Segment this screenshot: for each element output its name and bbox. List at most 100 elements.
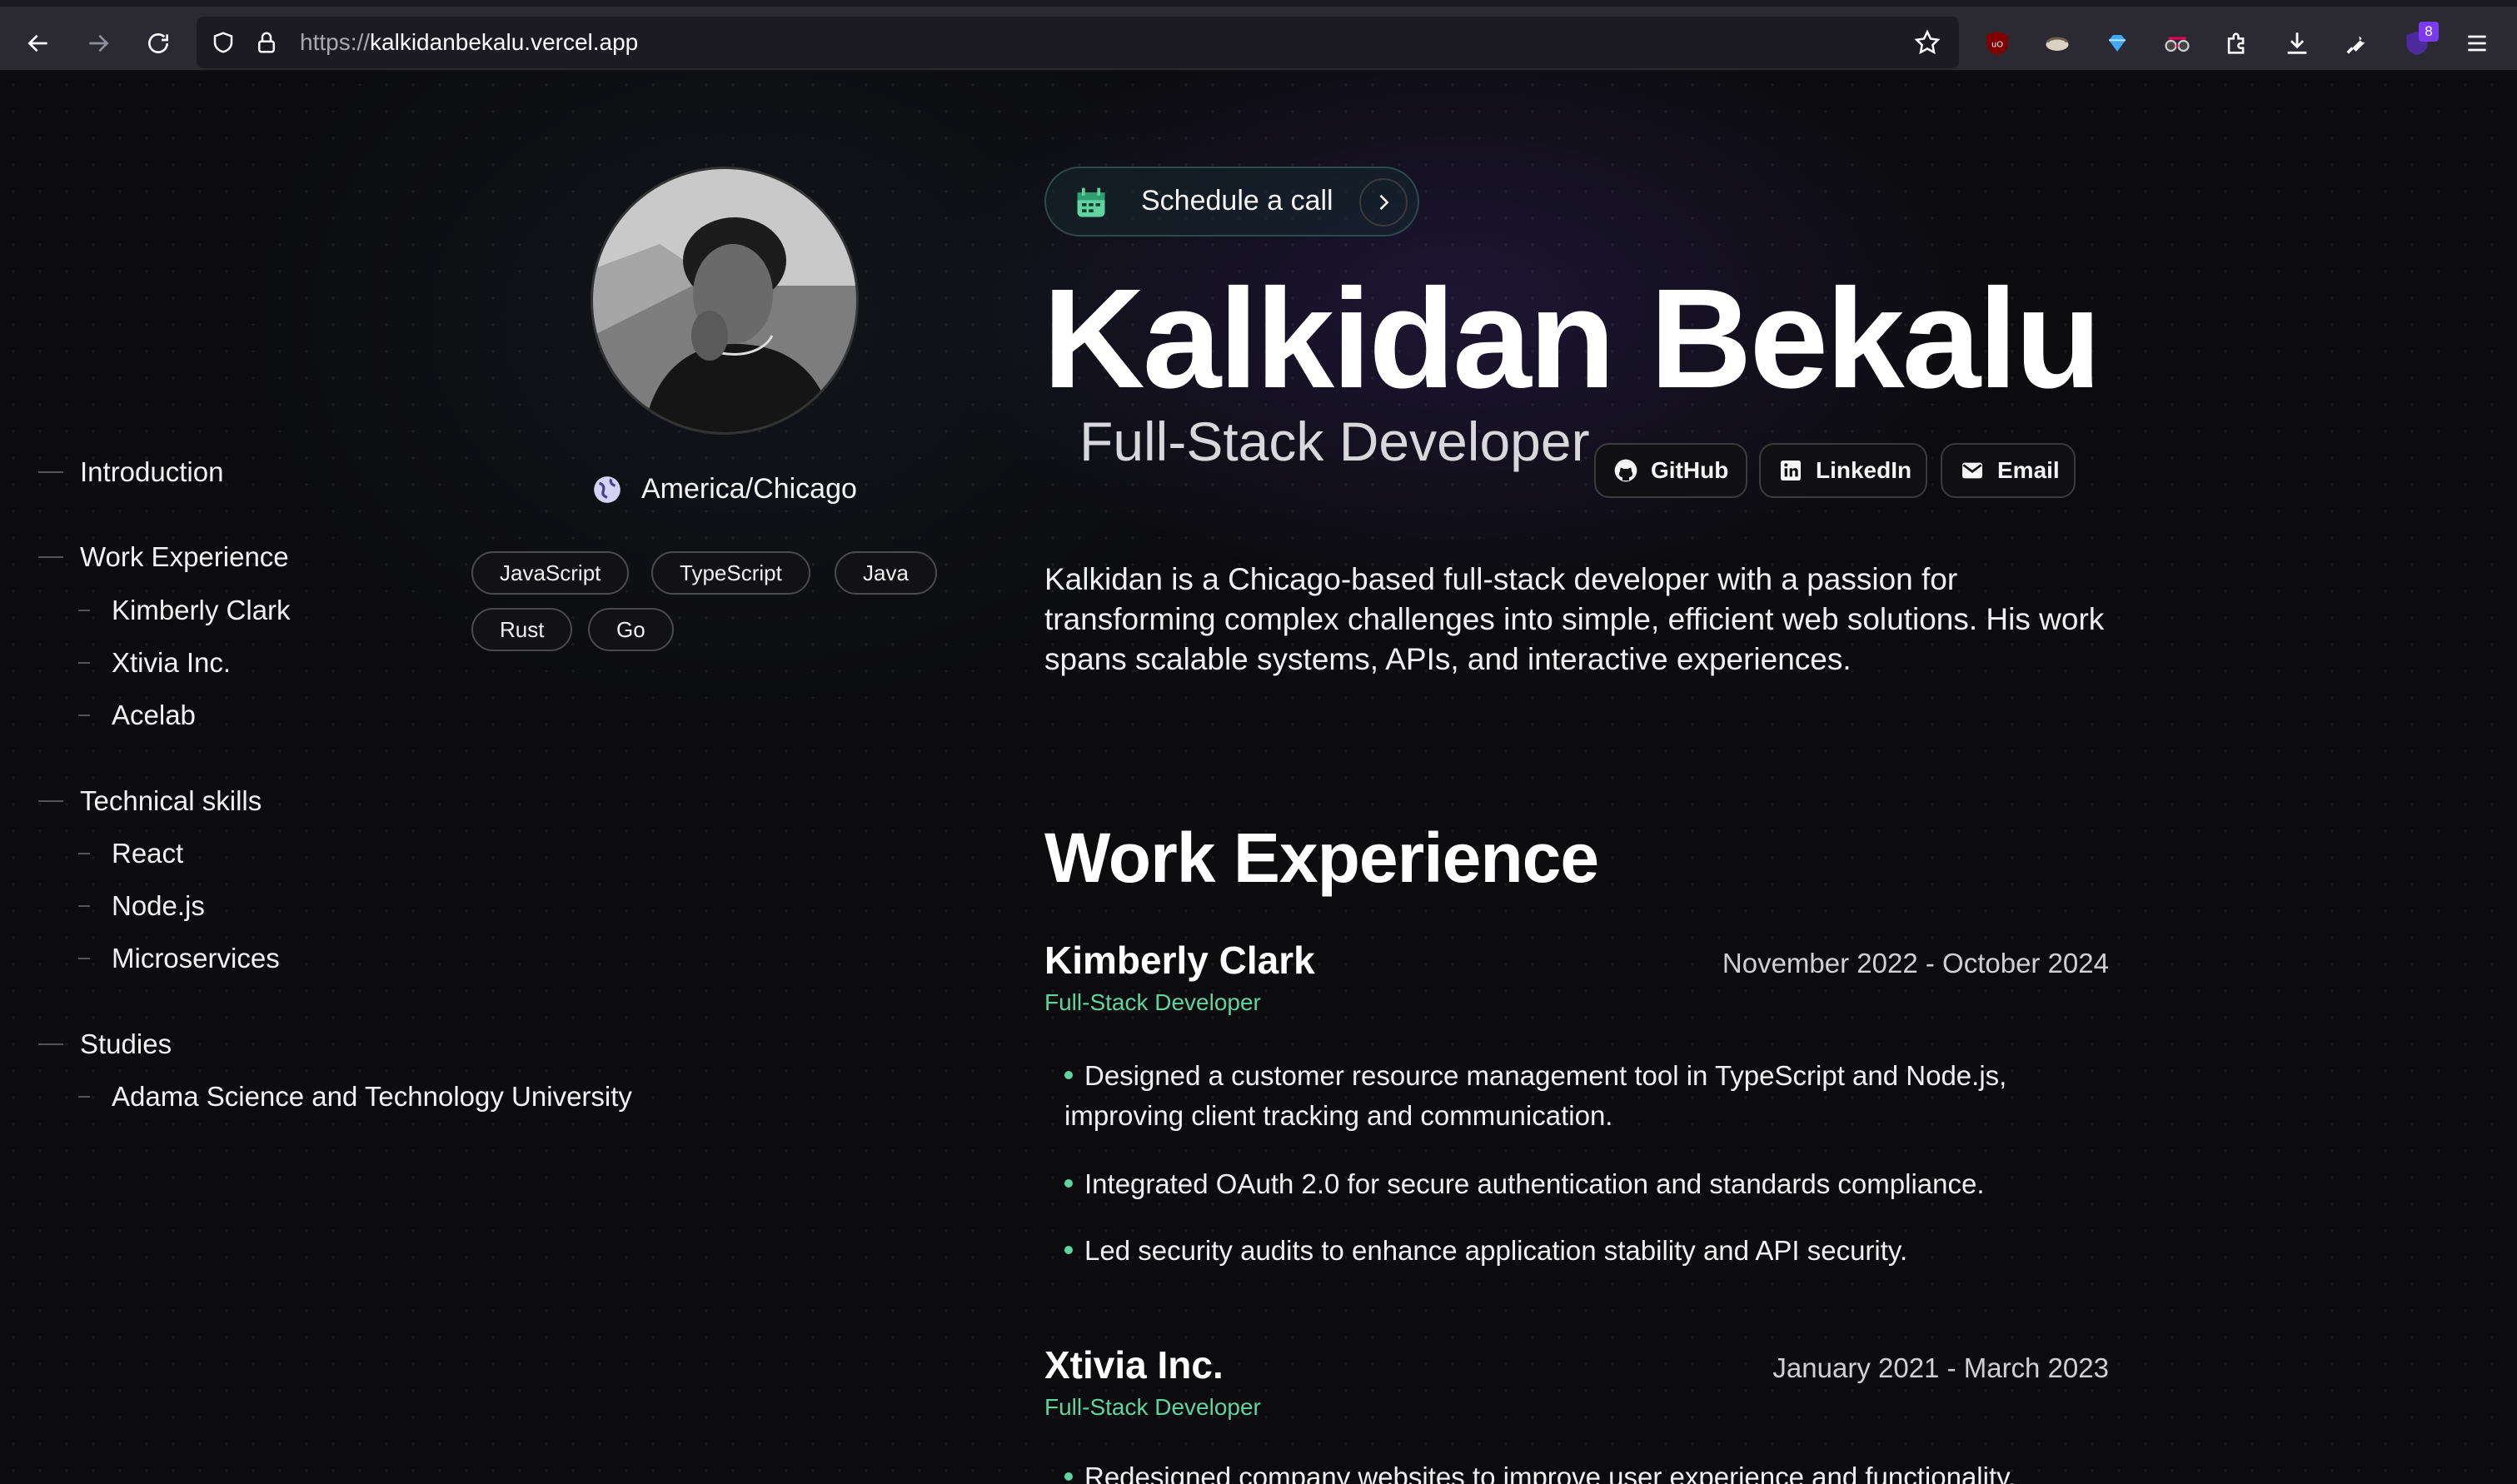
toc-label: Kimberly Clark <box>112 595 291 625</box>
forward-arrow-icon <box>89 34 109 52</box>
toc-label: Technical skills <box>80 785 262 816</box>
linkedin-label: LinkedIn <box>1816 457 1912 483</box>
email-label: Email <box>1997 457 2060 483</box>
toc-dash <box>78 715 90 716</box>
job-role: Full-Stack Developer <box>1044 989 1261 1015</box>
toc-label: Node.js <box>112 890 205 921</box>
work-experience-heading: Work Experience <box>1044 819 1599 897</box>
back-button[interactable] <box>17 22 60 65</box>
extension-glasses-icon[interactable] <box>2161 27 2194 60</box>
tag-go: Go <box>588 608 674 651</box>
avatar <box>591 167 859 435</box>
toc-nodejs[interactable]: Node.js <box>78 890 205 922</box>
toc-dash <box>78 853 90 854</box>
toc-kimberly-clark[interactable]: Kimberly Clark <box>78 595 291 626</box>
job-bullet: Redesigned company websites to improve u… <box>1064 1457 2114 1484</box>
downloads-icon[interactable] <box>2280 27 2314 60</box>
bullet-dot <box>1064 1472 1073 1482</box>
bookmark-star-icon[interactable] <box>1912 27 1942 57</box>
bullet-text: Redesigned company websites to improve u… <box>1084 1462 2016 1484</box>
toc-label: Xtivia Inc. <box>112 647 232 678</box>
bullet-dot <box>1064 1071 1073 1080</box>
bullet-text: Designed a customer resource management … <box>1064 1060 2007 1131</box>
schedule-call-button[interactable]: Schedule a call <box>1044 167 1419 237</box>
reload-button[interactable] <box>137 22 180 65</box>
lock-icon[interactable] <box>252 27 282 57</box>
reload-icon <box>148 33 168 53</box>
location-text: America/Chicago <box>641 473 857 505</box>
job-company: Xtivia Inc. <box>1044 1343 1224 1387</box>
email-button[interactable]: Email <box>1941 443 2076 498</box>
url-host: kalkidanbekalu.vercel.app <box>370 29 639 55</box>
toc-dash <box>78 958 90 959</box>
url-text[interactable]: https://kalkidanbekalu.vercel.app <box>300 29 638 56</box>
browser-toolbar: https://kalkidanbekalu.vercel.app uO 8 <box>0 0 2517 72</box>
tag-rust: Rust <box>471 608 573 651</box>
tag-javascript: JavaScript <box>471 551 630 595</box>
toc-studies[interactable]: Studies <box>38 1028 172 1060</box>
toc-dash <box>38 471 63 473</box>
toc-dash <box>78 662 90 664</box>
url-bar[interactable]: https://kalkidanbekalu.vercel.app <box>197 17 1959 68</box>
location: America/Chicago <box>591 473 857 505</box>
page-content: Introduction Work Experience Kimberly Cl… <box>0 72 2517 1484</box>
tag-java: Java <box>835 551 937 595</box>
bullet-text: Led security audits to enhance applicati… <box>1084 1235 1908 1266</box>
toc-dash <box>38 800 63 802</box>
toc-label: Acelab <box>112 700 196 730</box>
toc-label: Work Experience <box>80 541 289 572</box>
forward-button[interactable] <box>77 22 120 65</box>
back-arrow-icon <box>27 34 47 52</box>
bullet-dot <box>1064 1179 1073 1188</box>
job-bullet: Integrated OAuth 2.0 for secure authenti… <box>1064 1164 2114 1204</box>
extension-shield-icon[interactable]: 8 <box>2400 22 2439 60</box>
chevron-right-icon <box>1359 178 1408 227</box>
job-bullet: Led security audits to enhance applicati… <box>1064 1231 2114 1271</box>
bullet-dot <box>1064 1246 1073 1255</box>
extensions-puzzle-icon[interactable] <box>2220 27 2254 60</box>
avatar-photo <box>593 169 856 432</box>
ublock-icon[interactable]: uO <box>1981 27 2014 60</box>
globe-icon <box>594 476 621 503</box>
intro-bio: Kalkidan is a Chicago-based full-stack d… <box>1044 562 2105 676</box>
toc-adama-university[interactable]: Adama Science and Technology University <box>78 1081 632 1113</box>
job-dates: January 2021 - March 2023 <box>1772 1352 2109 1383</box>
toc-label: Introduction <box>80 456 224 487</box>
role-subtitle: Full-Stack Developer <box>1079 411 1590 472</box>
toc-label: React <box>112 838 184 869</box>
toc-label: Studies <box>80 1028 172 1059</box>
linkedin-icon <box>1781 461 1801 481</box>
job-dates: November 2022 - October 2024 <box>1722 948 2109 979</box>
menu-icon[interactable] <box>2460 27 2494 60</box>
github-label: GitHub <box>1651 457 1729 483</box>
github-button[interactable]: GitHub <box>1594 443 1747 498</box>
toc-label: Microservices <box>112 943 280 974</box>
schedule-call-label: Schedule a call <box>1141 185 1333 217</box>
toc-acelab[interactable]: Acelab <box>78 700 196 731</box>
toc-react[interactable]: React <box>78 838 183 869</box>
toc-work-experience[interactable]: Work Experience <box>38 541 289 573</box>
toc-label: Adama Science and Technology University <box>112 1081 632 1112</box>
toc-dash <box>78 610 90 611</box>
job-company: Kimberly Clark <box>1044 939 1315 982</box>
toc-dash <box>78 905 90 907</box>
wrench-icon[interactable] <box>2340 27 2374 60</box>
extension-badge: 8 <box>2419 22 2439 42</box>
tag-typescript: TypeScript <box>651 551 810 595</box>
extension-gem-icon[interactable] <box>2101 27 2134 60</box>
job-bullet: Designed a customer resource management … <box>1064 1056 2114 1136</box>
shield-icon[interactable] <box>208 27 238 57</box>
toc-introduction[interactable]: Introduction <box>38 456 223 488</box>
mail-icon <box>1962 462 1982 479</box>
toc-dash <box>38 556 63 558</box>
bullet-text: Integrated OAuth 2.0 for secure authenti… <box>1084 1168 1985 1199</box>
toc-microservices[interactable]: Microservices <box>78 943 280 974</box>
toc-xtivia[interactable]: Xtivia Inc. <box>78 647 231 679</box>
svg-text:uO: uO <box>1991 40 2003 49</box>
linkedin-button[interactable]: LinkedIn <box>1759 443 1927 498</box>
extension-disguise-icon[interactable] <box>2041 27 2074 60</box>
job-role: Full-Stack Developer <box>1044 1394 1261 1420</box>
toc-technical-skills[interactable]: Technical skills <box>38 785 262 817</box>
toc-dash <box>78 1096 90 1098</box>
calendar-icon <box>1077 187 1105 217</box>
